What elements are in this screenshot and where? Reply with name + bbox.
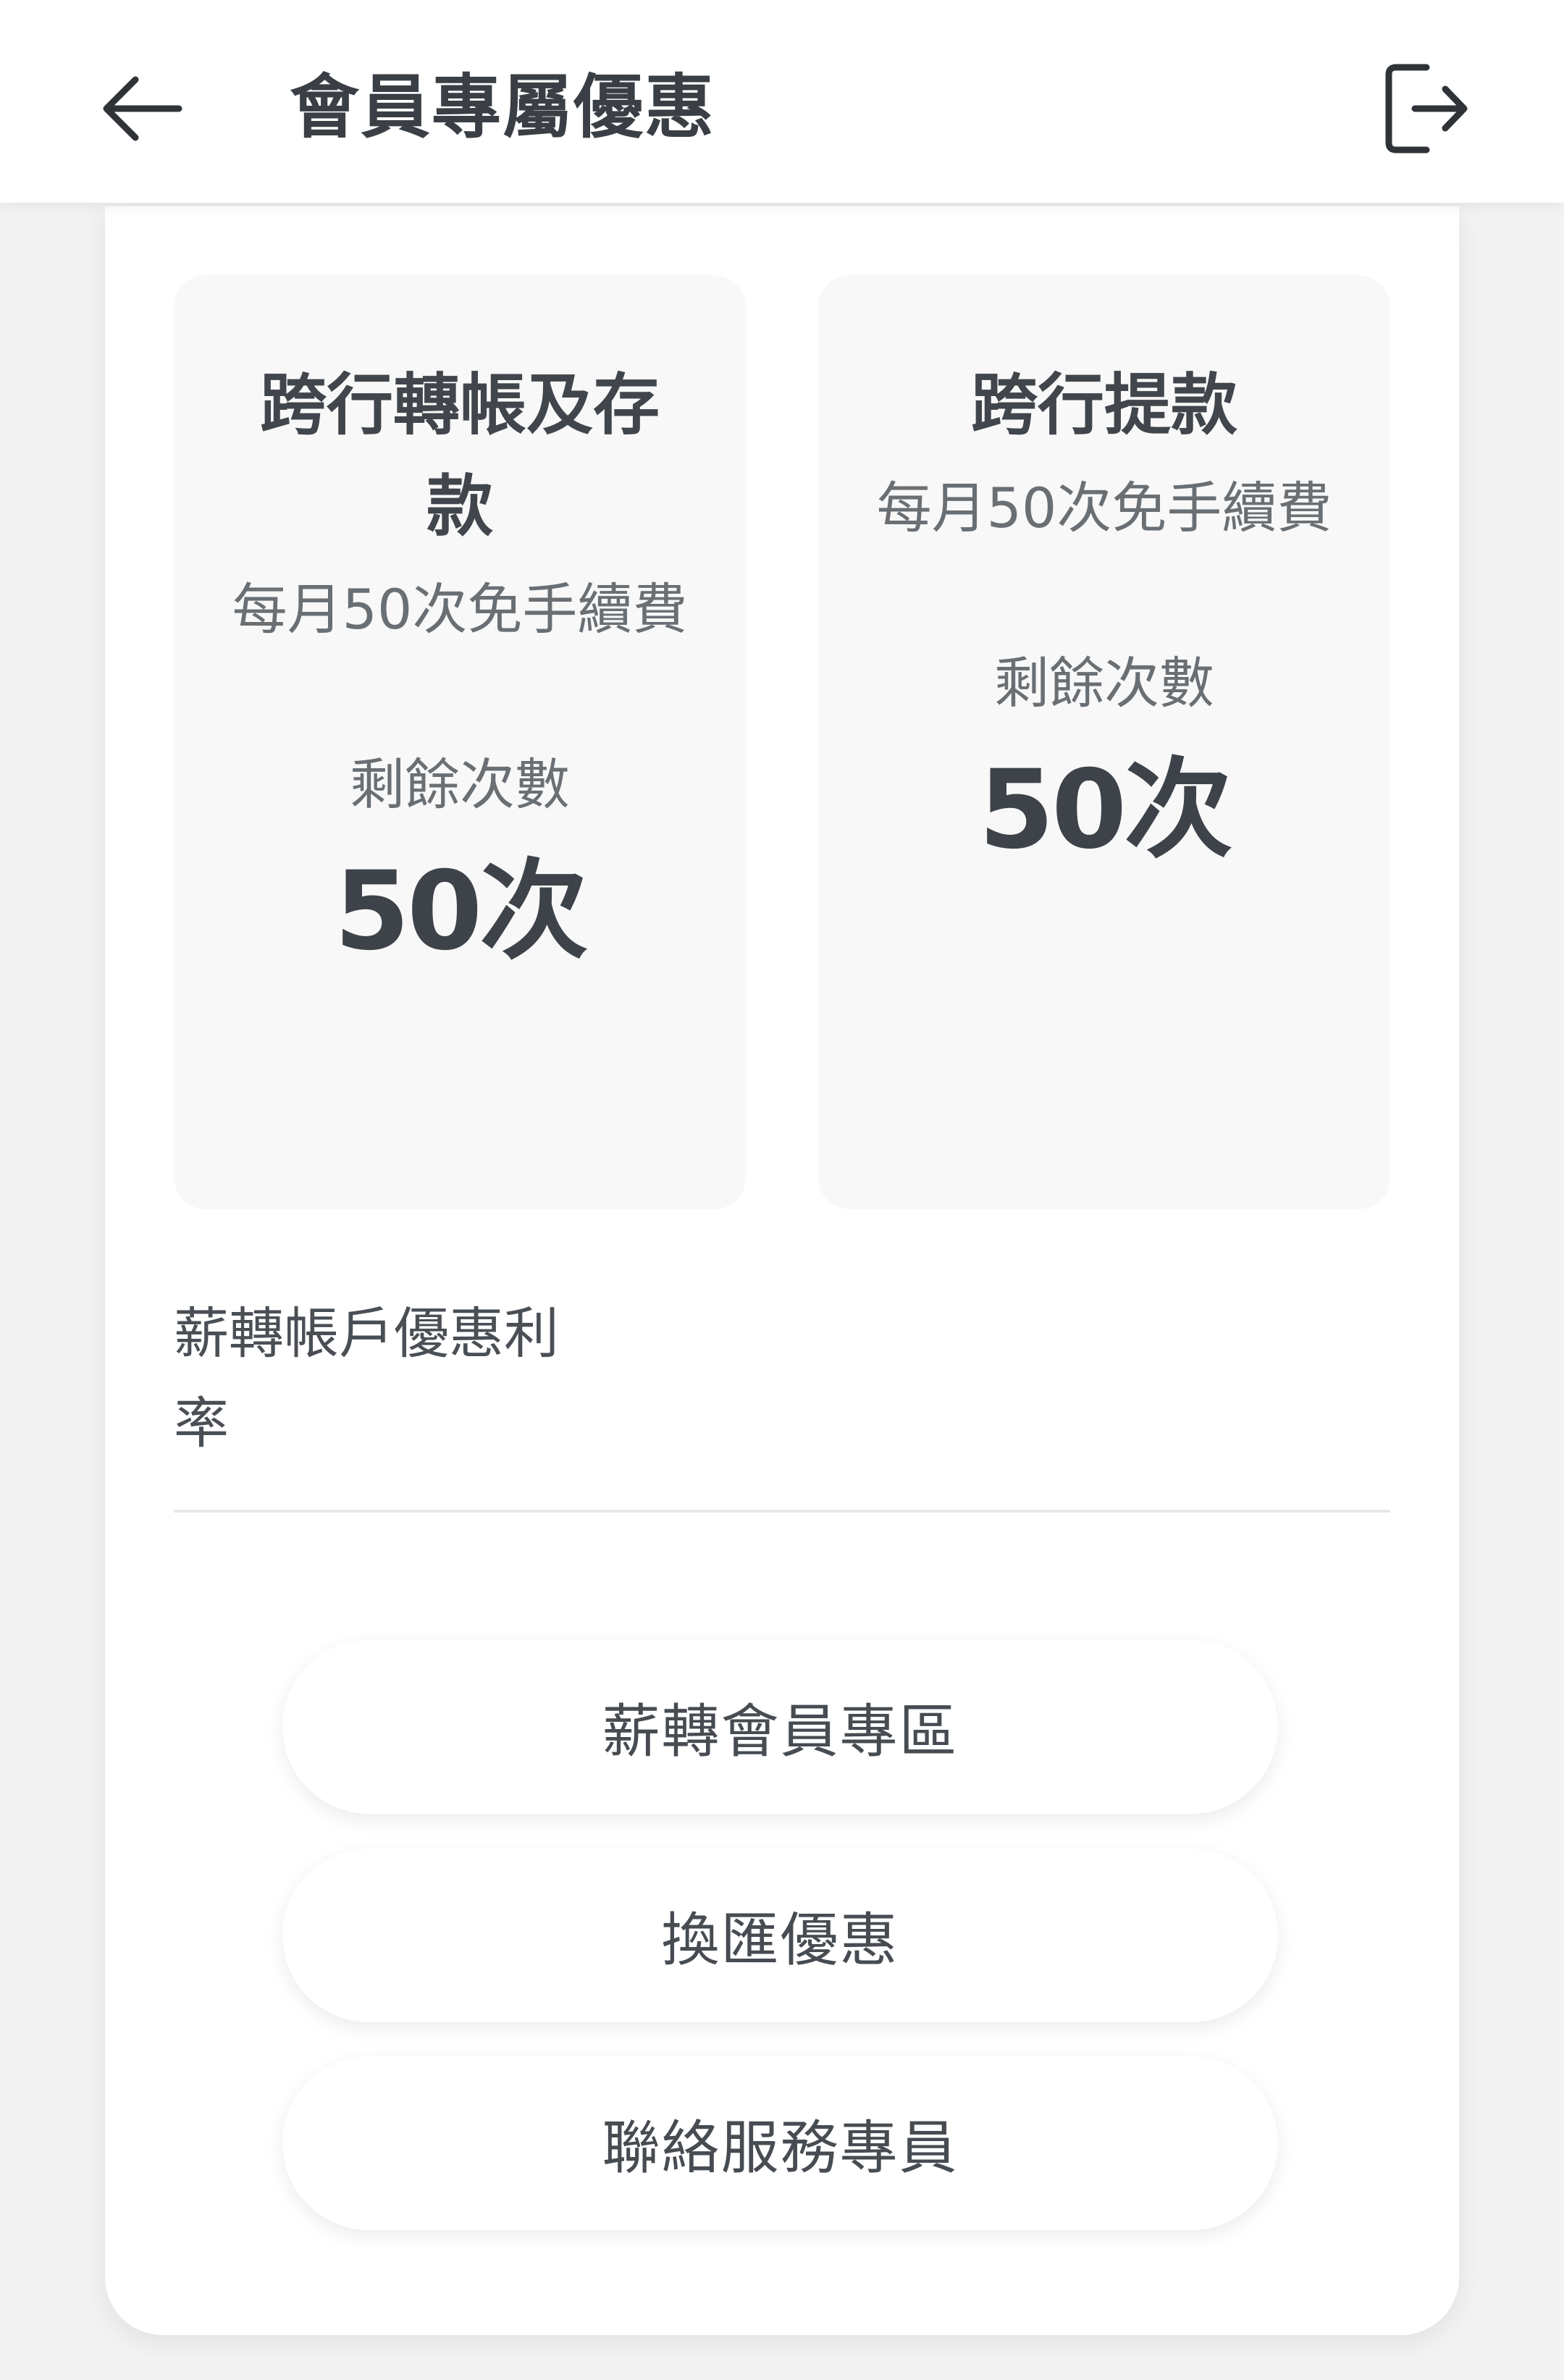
remaining-label: 剩餘次數 [994,651,1214,715]
benefits-card: 跨行轉帳及存款 每月50次免手續費 剩餘次數 50次 跨行提款 每月50次免手續… [105,206,1459,2335]
logout-icon [1385,64,1468,154]
benefit-tile-transfer: 跨行轉帳及存款 每月50次免手續費 剩餘次數 50次 [174,275,746,1209]
salary-member-zone-button[interactable]: 薪轉會員專區 [282,1640,1278,1814]
remaining-label: 剩餘次數 [350,752,570,817]
back-button[interactable] [94,65,188,152]
divider [174,1510,1390,1513]
benefit-description: 每月50次免手續費 [876,476,1332,540]
page-title: 會員專屬優惠 [290,67,715,148]
fx-discount-button[interactable]: 換匯優惠 [282,1849,1278,2022]
remaining-count: 50次 [978,747,1233,873]
arrow-left-icon [103,76,182,141]
remaining-count: 50次 [334,849,589,975]
benefit-tile-withdrawal: 跨行提款 每月50次免手續費 剩餘次數 50次 [818,275,1390,1209]
salary-account-rate-label: 薪轉帳戶優惠利率 [174,1301,559,1455]
benefit-description: 每月50次免手續費 [232,577,688,642]
app-header: 會員專屬優惠 [0,0,1564,203]
logout-button[interactable] [1376,58,1477,159]
benefit-title: 跨行提款 [970,366,1237,444]
contact-service-agent-button[interactable]: 聯絡服務專員 [282,2056,1278,2230]
benefit-title: 跨行轉帳及存款 [259,366,660,545]
